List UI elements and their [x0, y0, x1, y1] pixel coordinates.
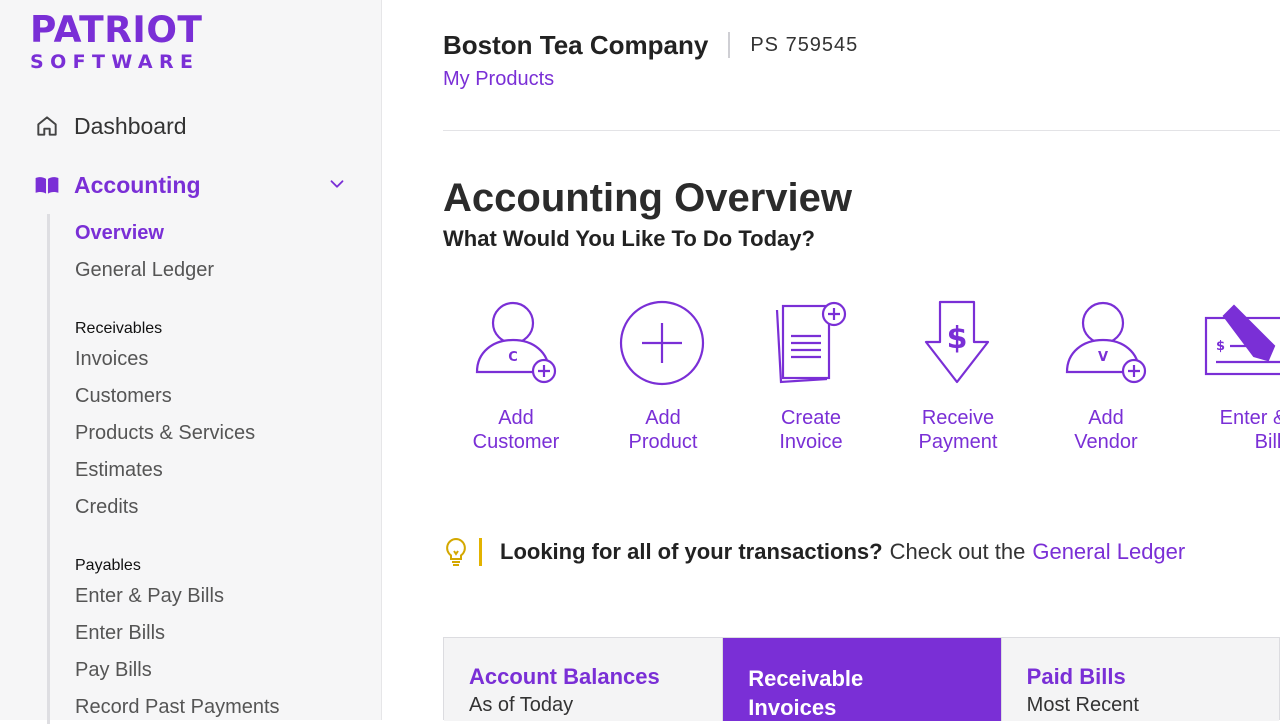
action-label-line-2: Bills [1254, 431, 1280, 453]
header-divider [443, 130, 1280, 131]
sidebar-item-label: Dashboard [74, 112, 187, 139]
add-vendor-icon: V [1065, 301, 1147, 384]
sidebar: PATRIOT SOFTWARE Dashboard Accounting Ov… [0, 0, 382, 724]
my-products-link[interactable]: My Products [443, 68, 554, 91]
sidebar-subitem-invoices[interactable]: Invoices [75, 346, 148, 372]
action-label-line-1: Enter & Pay [1219, 407, 1280, 429]
chevron-down-icon[interactable] [326, 173, 348, 195]
header-separator [728, 32, 731, 58]
logo-line-2: SOFTWARE [30, 51, 200, 73]
home-icon [37, 116, 57, 136]
sidebar-item-dashboard[interactable]: Dashboard [34, 111, 187, 141]
company-id: PS 759545 [750, 33, 859, 56]
enter-pay-bills-icon: $ [1204, 304, 1280, 376]
card-receivable-invoices[interactable]: Receivable Invoices [722, 638, 1001, 721]
sidebar-subitem-enter-pay-bills[interactable]: Enter & Pay Bills [75, 583, 224, 609]
action-label-line-2: Vendor [1074, 431, 1138, 453]
sidebar-subitem-estimates[interactable]: Estimates [75, 457, 163, 483]
tip-heading: Looking for all of your transactions? [500, 539, 883, 564]
sidebar-subitem-pay-bills[interactable]: Pay Bills [75, 657, 152, 683]
action-label-line-1: Create [780, 407, 842, 429]
svg-text:$: $ [947, 321, 968, 356]
sidebar-subitem-products-services[interactable]: Products & Services [75, 420, 255, 446]
sidebar-subitem-general-ledger[interactable]: General Ledger [75, 257, 214, 283]
tip-banner: Looking for all of your transactions? Ch… [443, 535, 1185, 569]
sidebar-section-receivables: Receivables [75, 320, 163, 337]
action-label-line-1: Receive [921, 407, 995, 429]
card-title: Account Balances [469, 664, 660, 689]
add-product-button[interactable]: Add Product [588, 296, 738, 454]
svg-text:V: V [1098, 350, 1108, 365]
enter-pay-bills-button[interactable]: $ Enter & PayBills [1178, 296, 1280, 454]
overview-cards: Account Balances As of Today Receivable … [443, 637, 1280, 721]
company-name: Boston Tea Company [443, 29, 709, 60]
add-customer-icon: C [475, 301, 557, 384]
action-label-line-2: Payment [918, 431, 998, 453]
create-invoice-button[interactable]: Create Invoice [736, 296, 886, 454]
action-label-line-1: Add [1088, 407, 1124, 429]
add-product-icon [619, 300, 705, 386]
sidebar-item-accounting[interactable]: Accounting [34, 170, 348, 200]
card-title-line-2: Invoices [748, 695, 837, 720]
company-header: Boston Tea Company PS 759545 [443, 28, 858, 62]
general-ledger-link[interactable]: General Ledger [1032, 539, 1185, 565]
create-invoice-icon [775, 301, 847, 384]
tip-accent-bar [479, 538, 482, 566]
page-subtitle: What Would You Like To Do Today? [443, 226, 815, 251]
receive-payment-icon: $ [924, 300, 990, 384]
receive-payment-button[interactable]: $ Receive Payment [883, 296, 1033, 454]
card-title: Paid Bills [1026, 664, 1126, 689]
action-label-line-2: Product [628, 431, 698, 453]
svg-text:C: C [508, 350, 518, 365]
page-title: Accounting Overview [443, 176, 852, 220]
card-paid-bills[interactable]: Paid Bills Most Recent [1000, 638, 1280, 721]
logo-line-1: PATRIOT [30, 9, 203, 52]
sidebar-subitem-credits[interactable]: Credits [75, 494, 138, 520]
action-label-line-2: Invoice [779, 431, 843, 453]
card-title-line-1: Receivable [748, 666, 864, 691]
action-label-line-1: Add [645, 407, 681, 429]
sidebar-subitem-enter-bills[interactable]: Enter Bills [75, 620, 165, 646]
card-subtitle: As of Today [469, 694, 574, 716]
card-account-balances[interactable]: Account Balances As of Today [444, 638, 723, 721]
sidebar-subitem-customers[interactable]: Customers [75, 383, 172, 409]
sidebar-section-payables: Payables [75, 557, 141, 574]
sidebar-subitem-record-past-payments[interactable]: Record Past Payments [75, 694, 280, 720]
tip-text: Check out the [889, 539, 1026, 564]
submenu-rail [47, 214, 50, 724]
patriot-software-logo[interactable]: PATRIOT SOFTWARE [30, 9, 203, 73]
add-vendor-button[interactable]: V Add Vendor [1031, 296, 1181, 454]
add-customer-button[interactable]: C Add Customer [441, 296, 591, 454]
action-label-line-1: Add [498, 407, 534, 429]
action-label-line-2: Customer [472, 431, 560, 453]
sidebar-item-label: Accounting [74, 171, 201, 198]
sidebar-subitem-overview[interactable]: Overview [75, 220, 164, 246]
lightbulb-icon [446, 537, 466, 566]
book-icon [35, 177, 59, 194]
card-subtitle: Most Recent [1026, 694, 1139, 716]
svg-text:$: $ [1216, 339, 1225, 354]
